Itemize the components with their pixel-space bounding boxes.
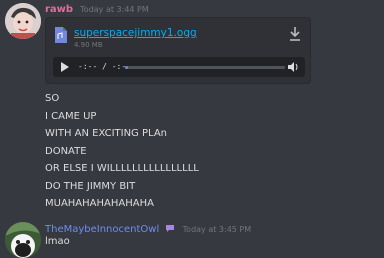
message-line: DO THE JIMMY BIT xyxy=(45,180,136,192)
message-line: SO xyxy=(45,93,60,104)
nitro-badge-icon xyxy=(166,225,175,232)
play-icon[interactable] xyxy=(60,62,70,72)
message-line: I CAME UP xyxy=(45,110,97,122)
download-icon[interactable] xyxy=(288,26,302,42)
time-display: -:-- / -:-- xyxy=(78,62,131,71)
message-body: SO I CAME UP WITH AN EXCITING PLAn DONAT… xyxy=(45,90,199,213)
message-header: rawb Today at 3:44 PM xyxy=(45,4,149,15)
timestamp: Today at 3:45 PM xyxy=(182,225,252,234)
audio-player: -:-- / -:-- xyxy=(53,57,305,77)
timestamp: Today at 3:44 PM xyxy=(80,5,149,14)
message-line: OR ELSE I WILLLLLLLLLLLLLLLL xyxy=(45,163,199,174)
author-name[interactable]: TheMaybeInnocentOwl xyxy=(45,224,159,235)
file-audio-icon xyxy=(55,27,67,43)
message-line: WITH AN EXCITING PLAn xyxy=(45,128,167,139)
message-line: MUAHAHAHAHAHAHA xyxy=(45,198,154,209)
file-name-link[interactable]: superspacejimmy1.ogg xyxy=(74,27,197,39)
avatar[interactable] xyxy=(5,222,41,258)
volume-icon[interactable] xyxy=(287,61,299,73)
file-size: 4.90 MB xyxy=(74,41,103,49)
author-name[interactable]: rawb xyxy=(45,4,73,15)
message-line: DONATE xyxy=(45,145,87,157)
audio-attachment: superspacejimmy1.ogg 4.90 MB -:-- / -:-- xyxy=(45,17,311,84)
progress-bar[interactable] xyxy=(125,66,285,69)
message-header: TheMaybeInnocentOwl Today at 3:45 PM xyxy=(45,224,251,235)
progress-fill xyxy=(125,66,129,69)
message-line: lmao xyxy=(45,236,70,247)
avatar[interactable] xyxy=(5,3,41,39)
